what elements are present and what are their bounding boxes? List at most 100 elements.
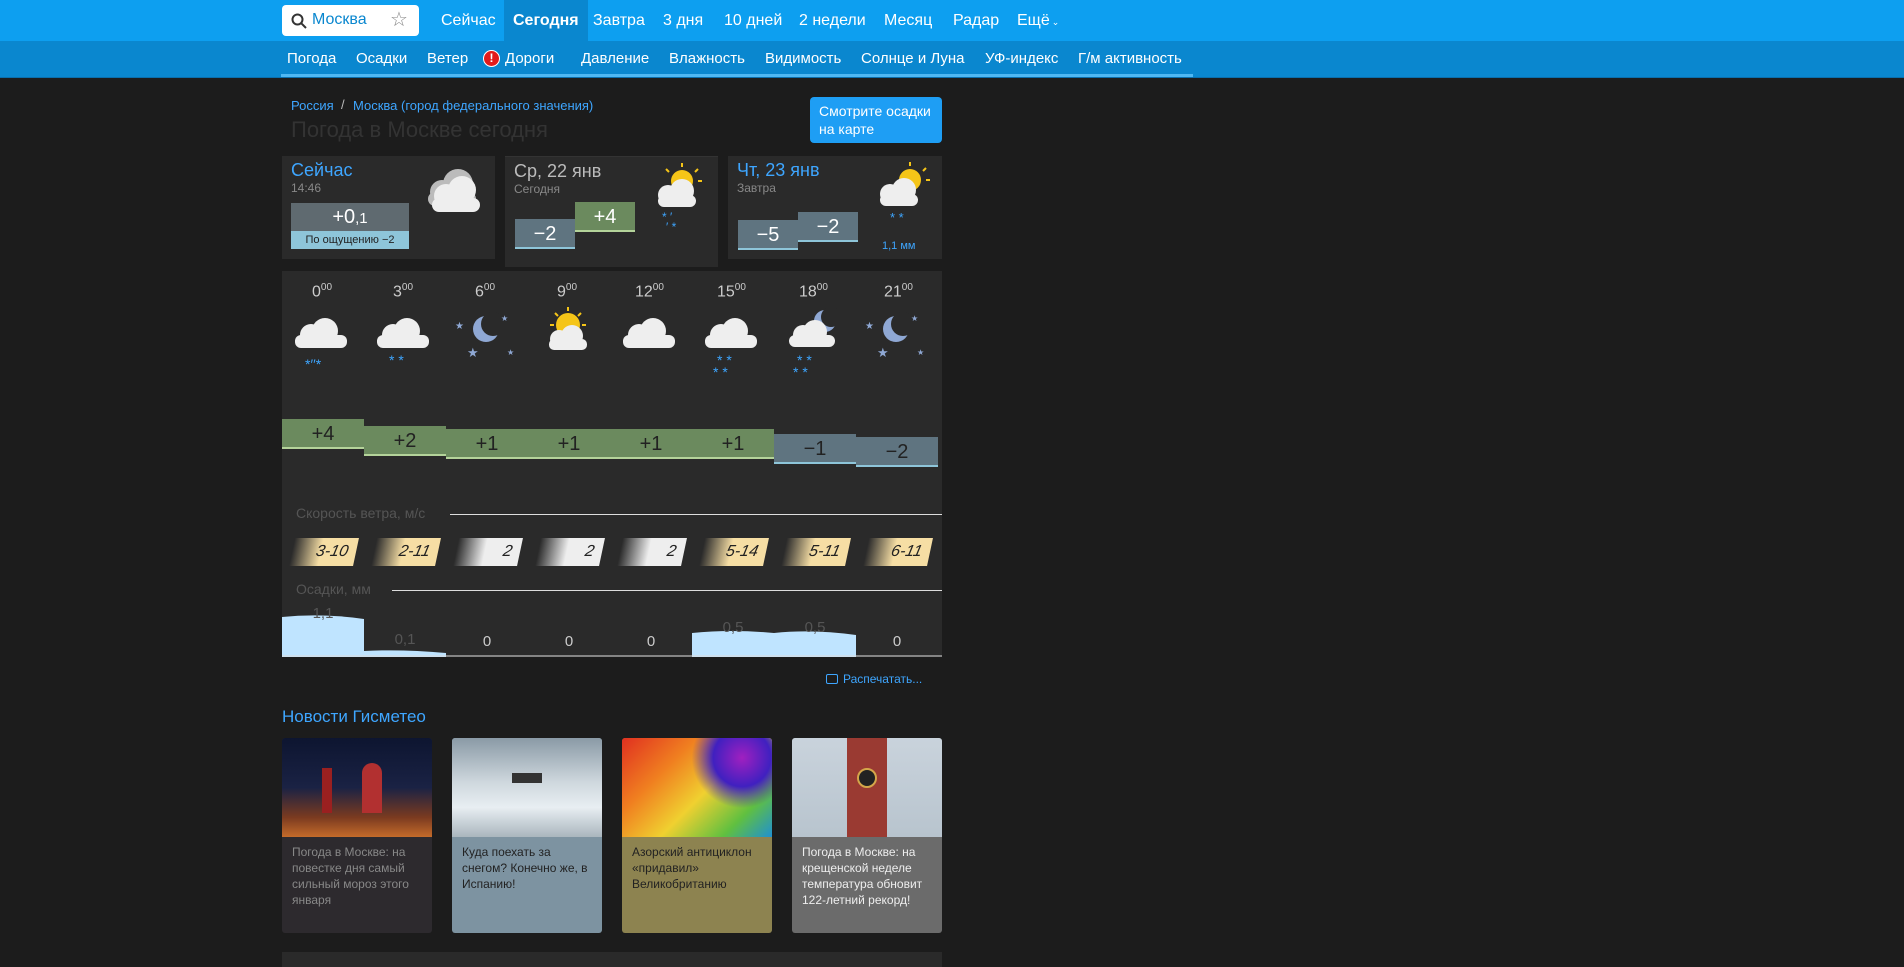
hour-0-min: 00 [320, 282, 333, 293]
hourly-panel: 000 300 600 900 1200 1500 1800 2100 *′′*… [282, 271, 942, 657]
nav-today[interactable]: Сегодня [504, 0, 588, 41]
breadcrumb-russia[interactable]: Россия [291, 98, 334, 113]
news-card[interactable]: Куда поехать за снегом? Конечно же, в Ис… [452, 738, 602, 933]
precip-section-label: Осадки, мм [296, 581, 371, 597]
precip-hour-15: 0,5 [722, 619, 744, 636]
svg-text:* *: * * [890, 210, 904, 224]
subnav-weather[interactable]: Погода [287, 41, 336, 76]
tomorrow-min: −5 [738, 220, 798, 250]
subnav-pressure[interactable]: Давление [581, 41, 649, 76]
precip-hour-0: 1,1 [312, 605, 334, 622]
temp-hour-6: +1 [446, 429, 528, 459]
next-section-edge [282, 952, 942, 967]
subnav-sun-moon[interactable]: Солнце и Луна [861, 41, 965, 76]
hour-6-min: 00 [483, 282, 496, 293]
news-image-weather-map [622, 738, 772, 837]
nav-now[interactable]: Сейчас [432, 0, 505, 41]
subnav-roads[interactable]: Дороги [505, 41, 554, 76]
precip-map-button[interactable]: Смотрите осадки на карте [810, 97, 942, 143]
hour-12: 1200 [635, 282, 664, 301]
nav-more[interactable]: Ещё ⌄ [1008, 0, 1068, 41]
news-heading: Новости Гисметео [282, 707, 426, 726]
hour-15: 1500 [717, 282, 746, 301]
temp-hour-12: +1 [610, 429, 692, 459]
now-temp-decimal: ,1 [355, 210, 368, 227]
temp-hour-3: +2 [364, 426, 446, 456]
svg-text:* *: * * [389, 352, 404, 368]
tomorrow-precip: 1,1 мм [882, 240, 916, 252]
hour-18-label: 18 [799, 283, 817, 301]
subnav-uv[interactable]: УФ-индекс [985, 41, 1058, 76]
breadcrumb-moscow[interactable]: Москва (город федерального значения) [353, 98, 593, 113]
news-text: Куда поехать за снегом? Конечно же, в Ис… [462, 845, 588, 891]
wind-hour-3: 2-11 [371, 538, 441, 566]
hour-12-min: 00 [652, 282, 664, 293]
news-image-spasskaya-tower [792, 738, 942, 837]
now-card[interactable]: Сейчас 14:46 +0,1 По ощущению −2 [282, 156, 495, 259]
news-card[interactable]: Погода в Москве: на крещенской неделе те… [792, 738, 942, 933]
wind-hour-18: 5-11 [781, 538, 851, 566]
subnav-visibility[interactable]: Видимость [765, 41, 841, 76]
cloudy-icon [623, 318, 675, 348]
news-text: Погода в Москве: на повестке дня самый с… [292, 845, 409, 907]
today-sub: Сегодня [514, 182, 560, 196]
nav-month[interactable]: Месяц [875, 0, 941, 41]
cloudy-icon [428, 169, 480, 212]
hour-6: 600 [475, 282, 495, 301]
precip-hour-18: 0,5 [804, 619, 826, 636]
alert-icon: ! [483, 50, 500, 67]
favorite-star-icon[interactable]: ☆ [390, 9, 408, 31]
sun-cloud-snow-icon: * * [880, 162, 930, 224]
hour-0: 000 [312, 282, 332, 301]
svg-text:★: ★ [865, 321, 874, 332]
hour-3-label: 3 [393, 283, 402, 301]
search-icon [291, 13, 307, 29]
nav-3-days[interactable]: 3 дня [654, 0, 712, 41]
nav-tomorrow[interactable]: Завтра [584, 0, 654, 41]
temp-hour-15: +1 [692, 429, 774, 459]
subnav-humidity[interactable]: Влажность [669, 41, 745, 76]
tomorrow-card[interactable]: Чт, 23 янв Завтра −5 −2 * * 1,1 мм [728, 156, 942, 259]
news-text: Погода в Москве: на крещенской неделе те… [802, 845, 923, 907]
hour-21-label: 21 [884, 283, 902, 301]
wind-hour-21: 6-11 [863, 538, 933, 566]
subnav-wind[interactable]: Ветер [427, 41, 468, 76]
subnav-geomagnetic[interactable]: Г/м активность [1078, 41, 1182, 76]
wind-hour-12: 2 [617, 538, 687, 566]
wind-hour-0: 3-10 [289, 538, 359, 566]
print-label: Распечатать... [843, 672, 923, 686]
nav-radar[interactable]: Радар [944, 0, 1008, 41]
news-image-snowy-road [452, 738, 602, 837]
svg-text:*′′*: *′′* [305, 356, 322, 372]
precip-hour-6: 0 [482, 633, 492, 650]
today-card[interactable]: Ср, 22 янв Сегодня −2 +4 * ′ ′ * [505, 156, 718, 267]
print-link[interactable]: Распечатать... [826, 672, 922, 686]
svg-text:* *: * * [793, 364, 808, 379]
search-input[interactable] [312, 9, 392, 31]
cloud-snow-icon: * * [377, 318, 429, 368]
news-card[interactable]: Азорский антициклон «придавил» Великобри… [622, 738, 772, 933]
moon-cloud-snow-icon: * ** * [789, 307, 841, 379]
now-temp-main: +0 [332, 206, 356, 228]
chevron-down-icon: ⌄ [1051, 17, 1060, 27]
cloud-snow-icon: * ** * [705, 318, 757, 380]
news-card[interactable]: Погода в Москве: на повестке дня самый с… [282, 738, 432, 933]
nav-10-days[interactable]: 10 дней [715, 0, 791, 41]
svg-text:★: ★ [911, 314, 918, 323]
temp-hour-21: −2 [856, 437, 938, 467]
tomorrow-sub: Завтра [737, 181, 776, 195]
hour-3: 300 [393, 282, 413, 301]
sun-cloud-snow-icon: * ′′ * [658, 163, 702, 233]
precip-hour-3: 0,1 [394, 631, 416, 648]
hour-18-min: 00 [816, 282, 828, 293]
hour-15-label: 15 [717, 283, 735, 301]
city-search[interactable]: ☆ [282, 5, 419, 36]
nav-2-weeks[interactable]: 2 недели [790, 0, 875, 41]
printer-icon [826, 674, 838, 684]
svg-text:′ *: ′ * [666, 220, 677, 233]
hour-9: 900 [557, 282, 577, 301]
wind-section-line [450, 514, 942, 515]
news-text: Азорский антициклон «придавил» Великобри… [632, 845, 752, 891]
subnav-precip[interactable]: Осадки [356, 41, 407, 76]
svg-text:★: ★ [917, 348, 924, 357]
